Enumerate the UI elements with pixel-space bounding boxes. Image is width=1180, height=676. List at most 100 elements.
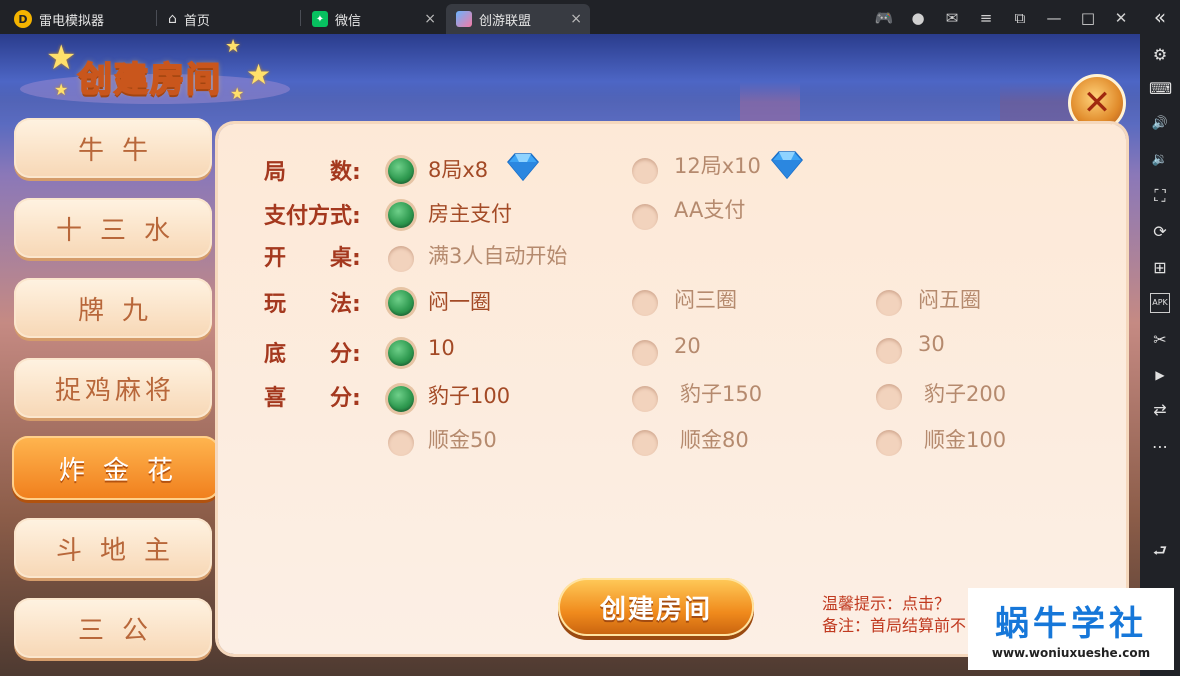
radio-shunjin-100[interactable] — [876, 430, 902, 456]
game-viewport: ★ ★ ★ ★ ★ 创建房间 ✕ 牛牛 十三水 牌九 捉鸡麻将 炸金花 斗地主 … — [0, 34, 1140, 676]
menu-item-label: 三公 — [77, 615, 166, 646]
record-icon[interactable]: ▶ — [1149, 364, 1171, 386]
close-tab-icon[interactable]: × — [570, 11, 582, 27]
radio-rounds-8[interactable] — [388, 158, 414, 184]
payment-label: 支付方式: — [264, 204, 361, 229]
radio-payment-owner[interactable] — [388, 202, 414, 228]
menu-item-label: 斗地主 — [55, 535, 188, 566]
radio-rule-5[interactable] — [876, 290, 902, 316]
radio-rule-3[interactable] — [632, 290, 658, 316]
radio-shunjin-80[interactable] — [632, 430, 658, 456]
apk-icon[interactable]: APK — [1150, 293, 1170, 313]
scissors-icon[interactable]: ✂ — [1149, 329, 1171, 351]
collapse-icon[interactable]: « — [1149, 6, 1171, 28]
note-text: 备注：首局结算前不 — [822, 616, 967, 635]
watermark-url: www.woniuxueshe.com — [991, 646, 1151, 660]
option-label: 顺金80 — [680, 428, 749, 452]
tab-label: 首页 — [183, 13, 210, 29]
watermark-title: 蜗牛学社 — [995, 604, 1147, 644]
radio-baozi-150[interactable] — [632, 386, 658, 412]
create-room-button[interactable]: 创建房间 — [558, 578, 754, 636]
menu-item-doudizhu[interactable]: 斗地主 — [14, 518, 212, 578]
tab-label: 微信 — [335, 13, 362, 29]
emulator-sidebar: « ⚙ ⌨ 🔊 🔉 ⛶ ⟳ ⊞ APK ✂ ▶ ⇄ ⋯ ⮐ — [1140, 0, 1180, 676]
diamond-icon — [771, 151, 803, 180]
menu-icon[interactable]: ≡ — [975, 7, 997, 29]
close-icon: ✕ — [1082, 83, 1112, 123]
menu-item-shisanshui[interactable]: 十三水 — [14, 198, 212, 258]
menu-item-niuniu[interactable]: 牛牛 — [14, 118, 212, 178]
settings-icon[interactable]: ⚙ — [1149, 44, 1171, 66]
option-label: 30 — [918, 332, 945, 356]
home-icon: ⌂ — [168, 11, 177, 27]
menu-item-zhuoji-majiang[interactable]: 捉鸡麻将 — [14, 358, 212, 418]
radio-baozi-200[interactable] — [876, 384, 902, 410]
menu-item-paijiu[interactable]: 牌九 — [14, 278, 212, 338]
option-label: 顺金50 — [428, 428, 497, 452]
tab-game[interactable]: 创游联盟 × — [446, 4, 590, 34]
start-label: 开 桌: — [264, 246, 361, 271]
multi-instance-icon[interactable]: ⊞ — [1149, 257, 1171, 279]
star-icon: ★ — [225, 36, 242, 57]
option-label: 豹子200 — [924, 382, 1007, 406]
window-close-icon[interactable]: ✕ — [1110, 7, 1132, 29]
create-room-label: 创建房间 — [599, 594, 712, 625]
option-label: 8局x8 — [428, 158, 489, 182]
star-icon: ★ — [54, 80, 69, 99]
close-tab-icon[interactable]: × — [424, 11, 436, 27]
radio-payment-aa[interactable] — [632, 204, 658, 230]
restore-icon[interactable]: ⧉ — [1009, 7, 1031, 29]
tab-divider — [156, 10, 157, 26]
menu-item-zhajinhua[interactable]: 炸金花 — [12, 436, 232, 500]
account-icon[interactable]: ● — [907, 7, 929, 29]
tab-divider — [300, 10, 301, 26]
base-score-label: 底 分: — [264, 342, 361, 367]
radio-auto-start[interactable] — [388, 246, 414, 272]
tip-text: 温馨提示：点击？ — [822, 594, 951, 613]
menu-item-label: 十三水 — [55, 215, 188, 246]
minimize-icon[interactable]: — — [1043, 7, 1065, 29]
screenshot-icon[interactable]: ⛶ — [1149, 185, 1171, 207]
maximize-icon[interactable]: □ — [1077, 7, 1099, 29]
rotate-icon[interactable]: ⟳ — [1149, 221, 1171, 243]
bonus-score-label: 喜 分: — [264, 386, 361, 411]
back-icon[interactable]: ⮐ — [1149, 540, 1171, 562]
rule-label: 玩 法: — [264, 292, 361, 317]
radio-rule-1[interactable] — [388, 290, 414, 316]
option-label: 房主支付 — [428, 202, 512, 226]
option-label: 20 — [674, 334, 701, 358]
radio-base-30[interactable] — [876, 338, 902, 364]
gamepad-icon[interactable]: 🎮 — [873, 7, 895, 29]
volume-up-icon[interactable]: 🔊 — [1149, 113, 1171, 135]
option-label: 12局x10 — [674, 154, 761, 178]
star-icon: ★ — [230, 84, 245, 103]
menu-item-label: 捉鸡麻将 — [54, 375, 175, 406]
option-label: 豹子150 — [680, 382, 763, 406]
radio-base-10[interactable] — [388, 340, 414, 366]
option-label: 豹子100 — [428, 384, 511, 408]
page-title: 创建房间 — [77, 59, 222, 101]
game-icon — [456, 11, 472, 27]
mail-icon[interactable]: ✉ — [941, 7, 963, 29]
more-icon[interactable]: ⋯ — [1149, 436, 1171, 458]
watermark: 蜗牛学社 www.woniuxueshe.com — [968, 588, 1174, 670]
keyboard-icon[interactable]: ⌨ — [1149, 78, 1172, 100]
radio-baozi-100[interactable] — [388, 386, 414, 412]
sync-icon[interactable]: ⇄ — [1149, 399, 1171, 421]
emulator-titlebar: D 雷电模拟器 ⌂ 首页 ✦ 微信 × 创游联盟 × 🎮 ● ✉ ≡ ⧉ — □… — [0, 0, 1180, 34]
star-icon: ★ — [246, 58, 272, 91]
radio-base-20[interactable] — [632, 340, 658, 366]
volume-down-icon[interactable]: 🔉 — [1149, 149, 1171, 171]
menu-item-sangong[interactable]: 三公 — [14, 598, 212, 658]
tab-home[interactable]: ⌂ 首页 — [158, 4, 298, 34]
tab-wechat[interactable]: ✦ 微信 × — [302, 4, 444, 34]
title-plate: ★ ★ ★ ★ ★ 创建房间 — [20, 36, 300, 108]
rounds-label: 局 数: — [264, 160, 361, 185]
app-name: 雷电模拟器 — [39, 13, 105, 29]
menu-item-label: 牌九 — [77, 295, 166, 326]
radio-shunjin-50[interactable] — [388, 430, 414, 456]
radio-rounds-12[interactable] — [632, 158, 658, 184]
option-label: 满3人自动开始 — [428, 244, 568, 268]
app-logo-icon: D — [14, 10, 32, 28]
diamond-icon — [507, 153, 539, 182]
